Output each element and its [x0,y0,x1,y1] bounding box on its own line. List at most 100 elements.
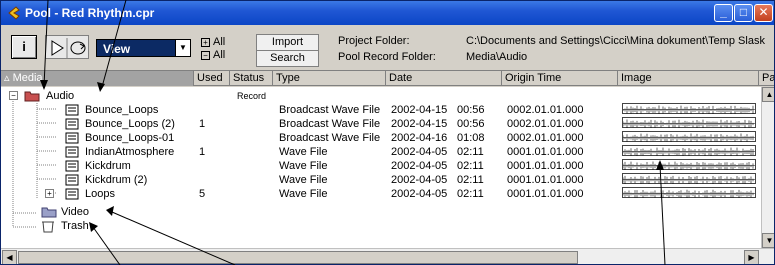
waveform-thumbnail [622,145,756,157]
file-date: 2002-04-05 [391,160,448,172]
waveform-thumbnail [622,187,756,199]
waveform-thumbnail [622,131,756,143]
horizontal-scrollbar[interactable]: ◀ ▶ [1,248,774,264]
file-origin-time: 0002.01.01.000 [507,104,584,116]
file-name: Bounce_Loops (2) [85,118,175,130]
file-date: 2002-04-15 [391,118,448,130]
file-type: Broadcast Wave File [279,132,381,144]
trash-icon [41,220,55,237]
maximize-icon: □ [739,5,748,19]
file-time: 02:11 [457,146,484,158]
expand-icon[interactable]: + [45,189,54,198]
file-time: 00:56 [457,104,485,116]
scroll-down-icon[interactable]: ▼ [762,233,774,248]
expand-all-toggle[interactable]: + All [201,36,225,48]
audio-folder-row[interactable]: − Audio Record [1,89,761,103]
file-row[interactable]: Bounce_Loops-01 Broadcast Wave File 2002-0… [1,131,761,145]
scroll-up-icon[interactable]: ▲ [762,87,774,102]
search-button[interactable]: Search [256,50,319,67]
scroll-thumb[interactable] [18,251,578,264]
project-folder-path: C:\Documents and Settings\Cicci\Mina dok… [466,35,765,47]
column-header-used[interactable]: Used [194,71,230,86]
play-loop-icons[interactable] [46,36,90,60]
waveform-thumbnail [622,159,756,171]
collapse-icon[interactable]: − [9,91,18,100]
file-date: 2002-04-05 [391,174,448,186]
file-name: Kickdrum [85,160,131,172]
file-time: 02:11 [457,160,484,172]
record-status: Record [237,91,267,101]
loop-icon [70,41,86,55]
collapse-all-toggle[interactable]: − All [201,49,225,61]
video-folder-row[interactable]: Video [1,205,761,219]
plus-icon: + [201,38,210,47]
column-header-row: ▵ Media Used Status Type Date Origin Tim… [1,70,774,86]
scroll-left-icon[interactable]: ◀ [2,250,17,264]
file-time: 02:11 [457,174,484,186]
file-used: 5 [199,188,206,200]
file-row[interactable]: Bounce_Loops (2) 1 Broadcast Wave File 2002… [1,117,761,131]
waveform-thumbnail [622,103,756,115]
file-row[interactable]: IndianAtmosphere 1 Wave File 2002-04-05 02:1… [1,145,761,159]
minimize-icon: _ [720,5,727,19]
audio-file-icon [65,188,79,204]
file-time: 02:11 [457,188,484,200]
view-dropdown-label: View [103,42,131,56]
playback-tools [45,35,89,59]
file-name: Bounce_Loops-01 [85,132,175,144]
file-origin-time: 0001.01.01.000 [507,160,584,172]
file-date: 2002-04-15 [391,104,448,116]
waveform-thumbnail [622,173,756,185]
file-origin-time: 0002.01.01.000 [507,132,584,144]
pool-record-folder-label: Pool Record Folder: [338,51,436,63]
file-type: Wave File [279,188,328,200]
file-row[interactable]: Bounce_Loops Broadcast Wave File 2002-04-1… [1,103,761,117]
play-icon [51,40,64,56]
info-button[interactable]: i [11,35,37,59]
file-row[interactable]: Kickdrum Wave File 2002-04-05 02:11 0001.01.… [1,159,761,173]
file-type: Wave File [279,146,328,158]
view-dropdown[interactable]: View ▼ [96,39,191,57]
file-name: IndianAtmosphere [85,146,175,158]
file-type: Broadcast Wave File [279,118,381,130]
column-header-image[interactable]: Image [618,71,759,86]
minus-icon: − [201,51,210,60]
expand-all-label: All [213,36,226,48]
vertical-scrollbar[interactable]: ▲ ▼ [761,87,774,248]
trash-folder-row[interactable]: Trash [1,219,761,233]
column-header-date[interactable]: Date [386,71,502,86]
column-header-status[interactable]: Status [230,71,273,86]
scroll-right-icon[interactable]: ▶ [744,250,759,264]
collapse-all-label: All [213,49,226,61]
file-used: 1 [199,146,206,158]
file-name: Kickdrum (2) [85,174,148,186]
file-origin-time: 0002.01.01.000 [507,118,584,130]
column-header-origin-time[interactable]: Origin Time [502,71,618,86]
file-origin-time: 0001.01.01.000 [507,146,584,158]
file-type: Broadcast Wave File [279,104,381,116]
app-logo-icon [8,6,20,20]
column-header-path[interactable]: Path [759,71,774,86]
file-date: 2002-04-16 [391,132,448,144]
file-origin-time: 0001.01.01.000 [507,188,584,200]
file-row[interactable]: Kickdrum (2) Wave File 2002-04-05 02:11 0001… [1,173,761,187]
column-header-type[interactable]: Type [273,71,386,86]
pool-record-folder-path: Media\Audio [466,51,528,63]
file-row[interactable]: + Loops 5 Wave File 2002-04-05 02:11 0001.01.0… [1,187,761,201]
file-date: 2002-04-05 [391,188,448,200]
import-button[interactable]: Import [256,34,319,51]
file-type: Wave File [279,160,328,172]
pool-toolbar: i View ▼ + All − All Import Search Project… [1,25,774,70]
waveform-thumbnail [622,117,756,129]
file-time: 00:56 [457,118,485,130]
video-folder-label: Video [61,206,89,218]
pool-window: Pool - Red Rhythm.cpr _ □ ✕ i View ▼ + Al… [0,0,775,265]
maximize-button[interactable]: □ [734,4,753,22]
project-folder-label: Project Folder: [338,35,410,47]
minimize-button[interactable]: _ [714,4,733,22]
audio-folder-label: Audio [46,90,75,102]
close-button[interactable]: ✕ [754,4,773,22]
title-bar[interactable]: Pool - Red Rhythm.cpr _ □ ✕ [1,1,774,25]
column-header-media[interactable]: ▵ Media [1,71,194,86]
file-used: 1 [199,118,206,130]
